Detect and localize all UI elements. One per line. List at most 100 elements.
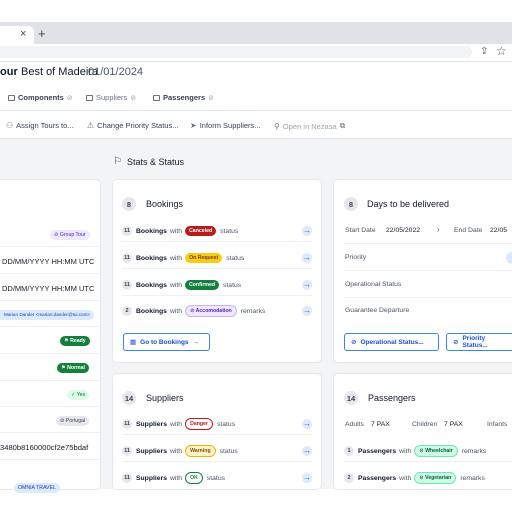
row-label: Bookings [136,281,167,289]
guarantee-departure-label: Guarantee Departure [345,307,410,314]
close-tab-icon[interactable]: × [20,27,26,41]
children-value: 7 PAX [444,421,463,428]
row-count: 11 [122,473,132,483]
operational-status-button[interactable]: ⊘ Operational Status... [344,333,439,351]
list-item[interactable]: 11 Suppliers with Warning status → [122,441,312,462]
bookings-count-badge: 8 [122,197,136,211]
bookmark-star-icon[interactable]: ☆ [496,45,507,58]
link-icon: ⊘ [66,94,73,102]
adults-label: Adults [345,421,364,428]
row-count: 11 [122,253,132,263]
go-to-bookings-button[interactable]: ▦ Go to Bookings → [123,333,210,351]
status-badge: Confirmed [185,280,219,290]
row-suffix: remarks [460,474,485,482]
divider [344,297,512,298]
divider [0,326,100,327]
browser-tab[interactable] [0,26,34,44]
row-suffix: status [216,420,236,428]
page-title: Best of Madeira [21,66,99,78]
chevron-right-icon: › [437,225,440,234]
row-label: Bookings [136,254,167,262]
inform-suppliers-button[interactable]: ➤ Inform Suppliers... [190,121,261,130]
row-label: Suppliers [136,447,167,455]
bookings-title: Bookings [146,199,184,209]
row-label: Passengers [358,474,397,482]
status-badge: On Request [185,253,223,263]
row-with: with [399,447,412,455]
list-item[interactable]: 11 Suppliers with Danger status → [122,414,312,435]
open-in-nezasa-button[interactable]: ⚲ Open in Nezasa ⧉ [274,121,345,131]
tour-id-hash: 3480b8160000cf2e75bdaf [0,443,89,452]
divider [344,243,512,244]
arrow-right-icon[interactable]: → [302,446,312,456]
arrow-right-icon[interactable]: → [302,473,312,483]
row-label: Bookings [136,307,167,315]
row-count: 1 [344,446,354,456]
normal-badge: ⚑ Normal [57,363,89,373]
row-with: with [169,227,183,235]
divider [0,459,100,460]
suppliers-count-badge: 14 [122,391,136,405]
send-icon: ➤ [190,121,197,130]
row-count: 2 [122,306,132,316]
end-date-label: End Date [454,227,483,234]
guarantee-yes-badge: ✓ Yes [67,390,90,400]
row-with: with [169,254,183,262]
arrow-right-icon[interactable]: → [302,253,312,263]
list-item[interactable]: 2 Bookings with ⊘ Accomodation remarks → [122,301,312,321]
row-suffix: status [219,447,238,455]
divider [344,270,512,271]
user-icon: ⚇ [6,121,14,130]
list-item[interactable]: 11 Bookings with Confirmed status → [122,275,312,296]
arrow-right-icon[interactable]: → [302,226,312,236]
assignee-badge: Marian Dander <marian.dander@tui.com> [0,310,95,320]
row-count: 11 [122,446,132,456]
address-bar[interactable] [0,46,472,58]
divider [0,353,100,354]
row-label: Passengers [358,447,397,455]
button-label: Priority Status... [462,335,488,349]
share-icon[interactable]: ⇪ [480,46,490,58]
tab-components[interactable]: Components ⊘ [8,93,73,102]
row-with: with [169,447,183,455]
status-badge: OK [185,472,203,484]
arrow-right-icon[interactable]: → [302,419,312,429]
priority-status-button[interactable]: ⊘ Priority Status... [446,333,512,351]
list-item[interactable]: 11 Bookings with On Request status → [122,248,312,269]
remark-badge: ⊘ Vegetarian [414,472,457,484]
tab-suppliers[interactable]: Suppliers ⊘ [86,93,136,102]
change-priority-button[interactable]: ⚠ Change Priority Status... [87,121,178,130]
action-label: Open in Nezasa [282,121,337,131]
passengers-title: Passengers [368,393,416,403]
start-date-label: Start Date [345,227,376,234]
row-suffix: remarks [461,447,487,455]
link-icon: ⊘ [130,94,137,102]
list-item[interactable]: 11 Suppliers with OK status → [122,468,312,488]
row-suffix: status [223,281,242,289]
infants-label: Infants [487,421,508,428]
arrow-right-icon[interactable]: → [302,280,312,290]
list-item[interactable]: 11 Bookings with Canceled status → [122,221,312,242]
new-tab-icon[interactable]: + [38,27,46,41]
arrow-right-icon[interactable]: → [302,306,312,316]
divider [0,246,100,247]
status-badge: Canceled [185,226,217,236]
row-count: 11 [122,280,132,290]
list-item[interactable]: 2 Passengers with ⊘ Vegetarian remarks [344,468,512,488]
tab-label: Passengers [163,93,206,102]
end-date-value: 22/05 [490,227,508,234]
status-badge: Warning [185,445,216,457]
list-item[interactable]: 1 Passengers with ⊘ Wheelchair remarks [344,441,512,462]
tab-passengers[interactable]: Passengers ⊘ [153,93,214,102]
row-count: 11 [122,419,132,429]
button-label: Operational Status... [360,338,424,346]
start-date-value: 22/05/2022 [386,227,421,234]
tag-icon: ⊘ [351,339,357,346]
agency-badge: OMNIA TRAVEL [14,483,60,493]
row-with: with [169,307,183,315]
tab-label: Suppliers [96,93,128,102]
row-with: with [169,474,183,482]
days-count-badge: 8 [344,197,358,211]
assign-tours-button[interactable]: ⚇ Assign Tours to... [6,121,74,130]
row-suffix: status [220,227,239,235]
